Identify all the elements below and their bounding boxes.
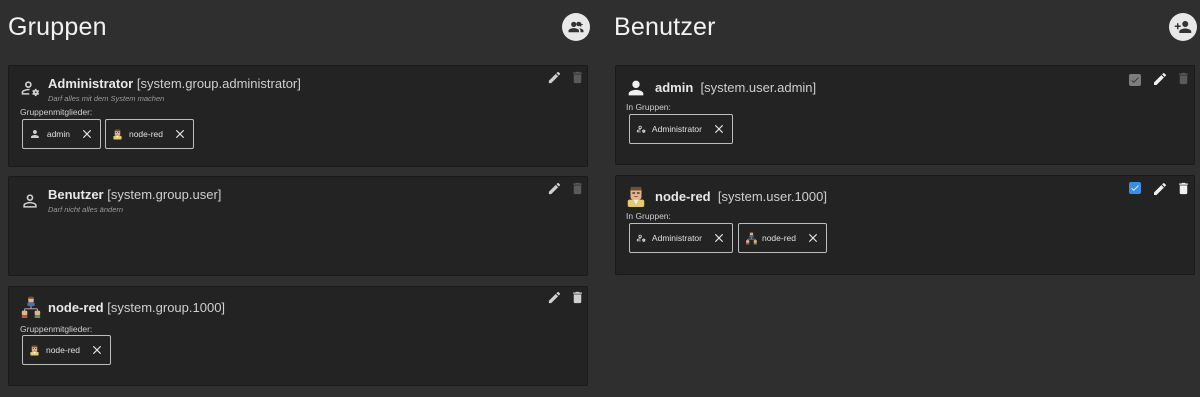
check-icon [1130, 75, 1140, 85]
user-enabled-checkbox[interactable] [1129, 182, 1141, 194]
groups-header: Gruppen [0, 0, 600, 60]
remove-group-button[interactable] [806, 231, 820, 245]
delete-user-button[interactable] [1176, 71, 1191, 86]
edit-user-button[interactable] [1152, 181, 1168, 197]
group-admin-icon [636, 119, 646, 139]
delete-group-button[interactable] [570, 70, 585, 85]
add-group-button[interactable] [562, 13, 590, 41]
close-icon [712, 122, 726, 136]
in-groups-label: In Gruppen: [626, 211, 671, 221]
member-chip-node-red: node-red [22, 335, 111, 365]
close-icon [173, 127, 187, 141]
group-name: Benutzer [system.group.user] [48, 187, 222, 202]
check-icon [1130, 183, 1140, 193]
user-name: node-red [system.user.1000] [655, 189, 827, 204]
members-label: Gruppenmitglieder: [20, 107, 93, 117]
close-icon [80, 127, 94, 141]
close-icon [712, 231, 726, 245]
delete-user-button[interactable] [1176, 181, 1191, 196]
group-description: Darf nicht alles ändern [48, 205, 124, 214]
groups-title: Gruppen [8, 13, 107, 41]
delete-group-button[interactable] [570, 290, 585, 305]
edit-user-button[interactable] [1152, 71, 1168, 87]
group-name: node-red [system.group.1000] [48, 300, 226, 315]
remove-group-button[interactable] [712, 122, 726, 136]
users-header: Benutzer [605, 0, 1200, 60]
person-outline-icon [20, 191, 40, 211]
edit-group-button[interactable] [547, 181, 562, 196]
group-avatar-icon [745, 228, 758, 248]
users-title: Benutzer [614, 13, 716, 41]
member-chip-admin: admin [22, 119, 101, 149]
close-icon [806, 231, 820, 245]
group-card-user: Benutzer [system.group.user] Darf nicht … [8, 176, 588, 276]
group-chip-node-red: node-red [738, 223, 827, 253]
user-card-node-red: node-red [system.user.1000] In Gruppen: … [615, 175, 1195, 275]
group-admin-icon [636, 228, 646, 248]
in-groups-label: In Gruppen: [626, 102, 671, 112]
avatar [112, 123, 123, 145]
group-avatar-icon [20, 296, 42, 318]
groups-column: Gruppen Administrator [system.group.admi… [0, 0, 600, 386]
group-admin-icon [20, 78, 40, 98]
group-add-icon [567, 18, 585, 36]
close-icon [90, 343, 104, 357]
group-card-node-red: node-red [system.group.1000] Gruppenmitg… [8, 286, 588, 386]
user-icon [625, 77, 647, 99]
user-card-admin: admin [system.user.admin] In Gruppen: Ad… [615, 65, 1195, 165]
group-chip-administrator: Administrator [629, 223, 733, 253]
edit-group-button[interactable] [547, 290, 562, 305]
avatar [625, 184, 647, 208]
remove-member-button[interactable] [173, 127, 187, 141]
remove-member-button[interactable] [80, 127, 94, 141]
person-add-icon [1174, 18, 1192, 36]
user-name: admin [system.user.admin] [655, 80, 817, 95]
group-name: Administrator [system.group.administrato… [48, 76, 301, 91]
group-card-administrator: Administrator [system.group.administrato… [8, 65, 588, 167]
avatar [29, 339, 40, 361]
user-icon [29, 125, 41, 143]
group-description: Darf alles mit dem System machen [48, 94, 165, 103]
members-label: Gruppenmitglieder: [20, 324, 93, 334]
remove-group-button[interactable] [712, 231, 726, 245]
users-column: Benutzer admin [system.user.admin] In Gr… [605, 0, 1200, 275]
remove-member-button[interactable] [90, 343, 104, 357]
user-enabled-checkbox[interactable] [1129, 74, 1141, 86]
member-chip-node-red: node-red [105, 119, 194, 149]
edit-group-button[interactable] [547, 70, 562, 85]
group-chip-administrator: Administrator [629, 114, 733, 144]
add-user-button[interactable] [1169, 13, 1197, 41]
delete-group-button[interactable] [570, 181, 585, 196]
